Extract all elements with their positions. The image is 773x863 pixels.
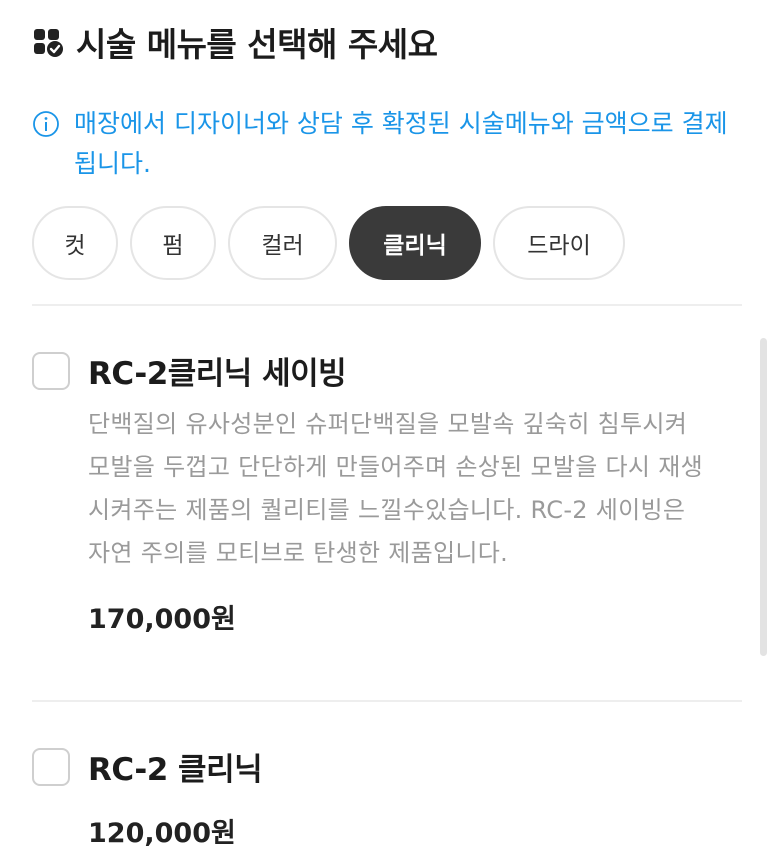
divider: [32, 700, 742, 702]
menu-item-price: 120,000원: [88, 818, 236, 849]
menu-item-checkbox[interactable]: [32, 351, 70, 390]
menu-item-name: RC-2클리닉 세이빙: [88, 356, 347, 392]
section-header: 시술 메뉴를 선택해 주세요: [32, 18, 438, 66]
menu-item: RC-2 클리닉 120,000원: [32, 744, 742, 850]
category-tabs: 컷 펌 컬러 클리닉 드라이: [32, 206, 625, 280]
notice-text: 매장에서 디자이너와 상담 후 확정된 시술메뉴와 금액으로 결제됩니다.: [74, 109, 728, 178]
info-circle-icon: [33, 111, 59, 137]
menu-selection-page: 시술 메뉴를 선택해 주세요 매장에서 디자이너와 상담 후 확정된 시술메뉴와…: [0, 0, 773, 863]
notice-message: 매장에서 디자이너와 상담 후 확정된 시술메뉴와 금액으로 결제됩니다.: [32, 104, 732, 184]
menu-item-checkbox[interactable]: [32, 747, 70, 786]
menu-item-name: RC-2 클리닉: [88, 752, 263, 788]
menu-item: RC-2클리닉 세이빙 단백질의 유사성분인 슈퍼단백질을 모발속 깊숙히 침투…: [32, 348, 742, 636]
menu-item-description: 단백질의 유사성분인 슈퍼단백질을 모발속 깊숙히 침투시켜 모발을 두껍고 단…: [88, 410, 704, 567]
tab-cut[interactable]: 컷: [32, 206, 118, 280]
page-title: 시술 메뉴를 선택해 주세요: [76, 25, 438, 64]
tab-perm[interactable]: 펌: [130, 206, 216, 280]
grid-check-icon: [34, 29, 63, 57]
divider: [32, 304, 742, 306]
tab-dry[interactable]: 드라이: [493, 206, 625, 280]
menu-item-price: 170,000원: [88, 604, 236, 635]
scrollbar[interactable]: [760, 338, 767, 656]
tab-clinic[interactable]: 클리닉: [349, 206, 481, 280]
tab-color[interactable]: 컬러: [228, 206, 337, 280]
